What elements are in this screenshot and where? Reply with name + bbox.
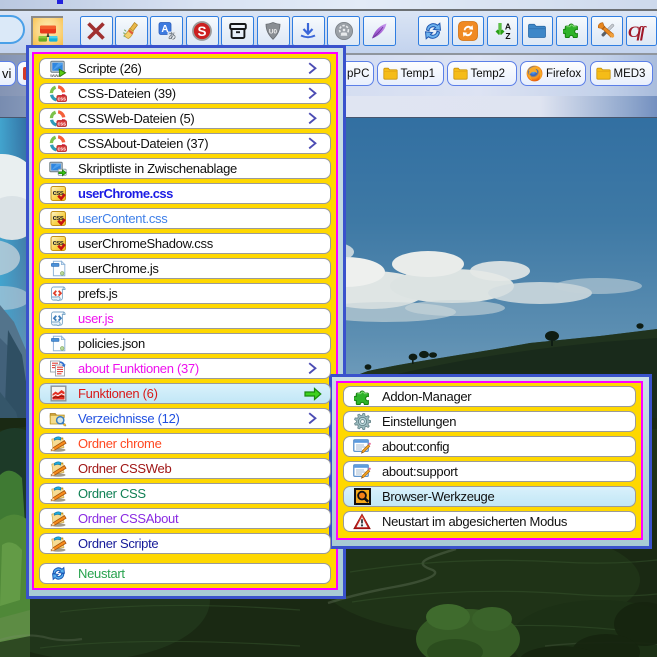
svg-text:www: www xyxy=(50,72,60,76)
svg-text:css: css xyxy=(58,121,67,127)
svg-text:Cſſ: Cſſ xyxy=(628,24,647,41)
svg-text:S: S xyxy=(198,23,207,38)
svg-text:U0: U0 xyxy=(269,28,278,35)
svg-text:css: css xyxy=(58,146,67,152)
svg-text:Z: Z xyxy=(505,31,510,41)
svg-text:A: A xyxy=(505,21,511,31)
svg-text:あ: あ xyxy=(168,31,177,41)
svg-text:css: css xyxy=(58,96,67,102)
